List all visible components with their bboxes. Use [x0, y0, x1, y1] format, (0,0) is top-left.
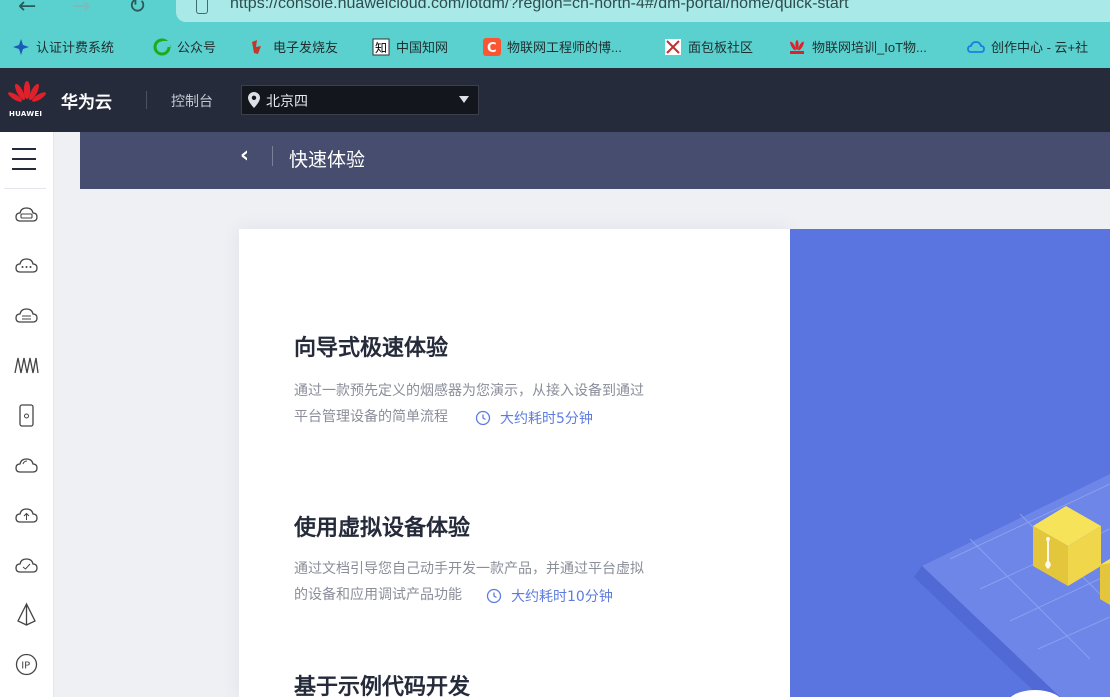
url-text[interactable]: https://console.huaweicloud.com/iotdm/?r… [230, 0, 849, 13]
title-divider [272, 146, 273, 166]
region-value: 北京四 [266, 94, 308, 110]
wechat-icon [153, 38, 171, 55]
elecfans-icon [252, 39, 261, 54]
time-text: 大约耗时10分钟 [511, 589, 613, 605]
bookmark-item[interactable]: C 物联网工程师的博... [483, 37, 622, 56]
time-text: 大约耗时5分钟 [500, 411, 593, 427]
cnki-icon: 知 [372, 38, 390, 55]
console-link[interactable]: 控制台 [171, 91, 213, 111]
huawei-bookmark-icon [790, 39, 804, 54]
back-chevron-icon[interactable]: ‹ [240, 145, 249, 167]
phone-device-icon[interactable] [13, 402, 40, 429]
bookmark-label: 创作中心 - 云+社 [991, 40, 1089, 55]
browser-toolbar: ← → ↻ https://console.huaweicloud.com/io… [0, 0, 1110, 30]
sidebar-divider [4, 188, 46, 189]
location-pin-icon [248, 92, 260, 108]
bookmark-item[interactable]: 物联网培训_IoT物... [788, 37, 927, 56]
bookmark-label: 中国知网 [396, 40, 449, 55]
page-title-bar [80, 132, 1110, 189]
bookmark-label: 物联网工程师的博... [507, 40, 622, 55]
gear-bookmark-icon [13, 38, 29, 55]
svg-text:知: 知 [375, 41, 387, 55]
desc-line: 通过文档引导您自己动手开发一款产品，并通过平台虚拟 [294, 561, 644, 577]
section-title-virtual[interactable]: 使用虚拟设备体验 [294, 510, 470, 542]
page-info-icon[interactable] [196, 0, 208, 14]
svg-text:IP: IP [21, 661, 30, 672]
desc-line: 通过一款预先定义的烟感器为您演示，从接入设备到通过 [294, 383, 644, 399]
cloud-icon[interactable] [13, 452, 40, 479]
clock-icon [486, 588, 502, 604]
clock-icon [475, 410, 491, 426]
bookmark-item[interactable]: 公众号 [153, 37, 216, 56]
forward-arrow-icon[interactable]: → [72, 0, 90, 20]
bookmarks-bar: 认证计费系统 公众号 电子发烧友 知 中国知网 C 物联网工程师的博... 面包… [0, 30, 1110, 68]
bookmark-label: 物联网培训_IoT物... [812, 40, 927, 55]
quick-start-card [239, 229, 790, 697]
bookmark-item[interactable]: 认证计费系统 [12, 37, 114, 56]
signal-wave-icon[interactable] [13, 352, 40, 379]
bookmark-label: 认证计费系统 [36, 40, 115, 55]
chevron-down-icon [459, 96, 469, 103]
bookmark-label: 电子发烧友 [273, 40, 339, 55]
mianbaoban-icon [665, 38, 681, 55]
hamburger-menu-icon[interactable] [12, 148, 36, 170]
iot-illustration [914, 474, 1110, 697]
reload-icon[interactable]: ↻ [128, 0, 146, 20]
cloud-upload-icon[interactable] [13, 502, 40, 529]
csdn-icon: C [483, 37, 501, 56]
illustration-panel [790, 229, 1110, 697]
bookmark-item[interactable]: 创作中心 - 云+社 [967, 37, 1088, 56]
bookmark-item[interactable]: 电子发烧友 [249, 37, 338, 56]
page-title: 快速体验 [289, 149, 366, 171]
section-title-guided[interactable]: 向导式极速体验 [294, 330, 448, 362]
console-header [0, 68, 1110, 132]
ip-address-icon[interactable]: IP [13, 651, 40, 678]
svg-text:C: C [487, 41, 497, 56]
time-estimate-virtual: 大约耗时10分钟 [486, 586, 613, 606]
pyramid-icon[interactable] [13, 601, 40, 628]
cloud-device-icon[interactable] [13, 202, 40, 229]
brand-name[interactable]: 华为云 [61, 88, 112, 113]
cloud-bookmark-icon [967, 40, 985, 53]
logo-text: HUAWEI [9, 110, 43, 118]
bookmark-item[interactable]: 知 中国知网 [372, 37, 448, 56]
back-arrow-icon[interactable]: ← [18, 0, 36, 20]
bookmark-label: 公众号 [177, 40, 217, 55]
header-divider [146, 91, 147, 109]
time-estimate-guided: 大约耗时5分钟 [475, 408, 593, 428]
cloud-server-icon[interactable] [13, 302, 40, 329]
bookmark-label: 面包板社区 [688, 40, 754, 55]
section-title-sample-code[interactable]: 基于示例代码开发 [294, 669, 470, 697]
cloud-more-icon[interactable] [13, 252, 40, 279]
bookmark-item[interactable]: 面包板社区 [664, 37, 753, 56]
cloud-check-icon[interactable] [13, 552, 40, 579]
